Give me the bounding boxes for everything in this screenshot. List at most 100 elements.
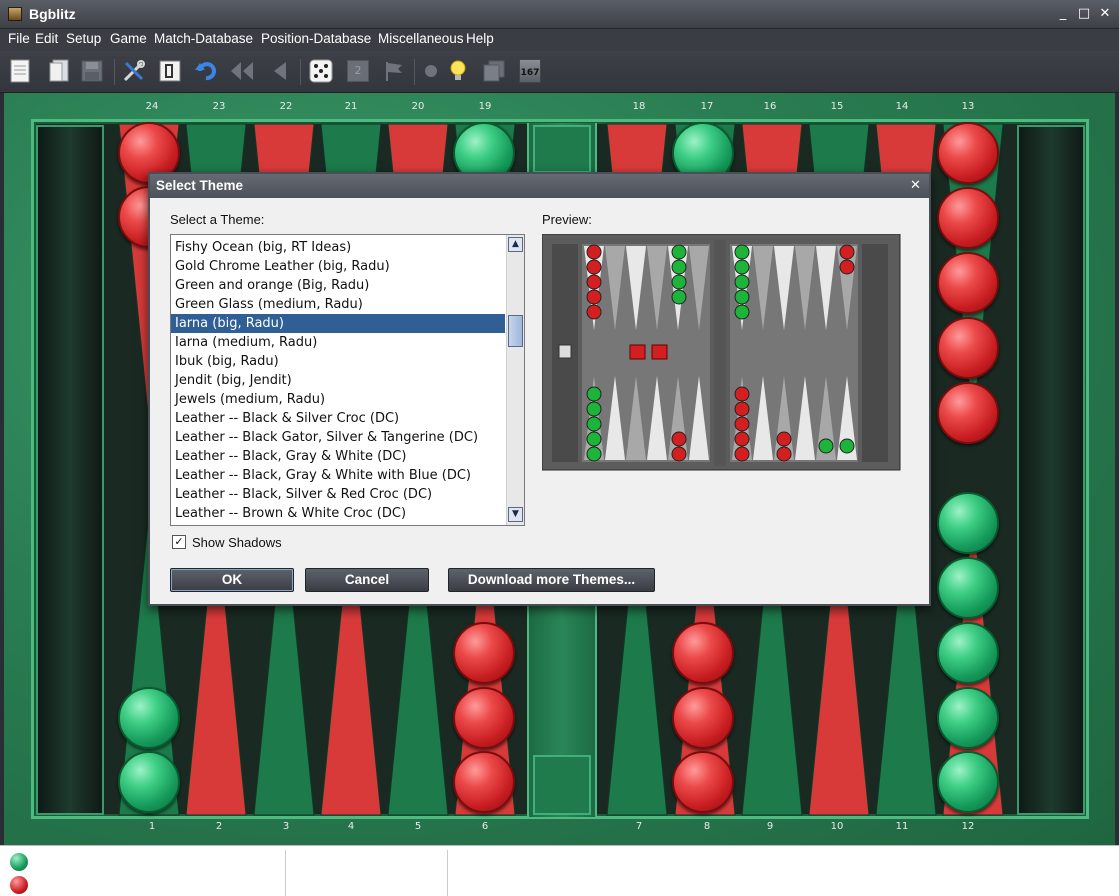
red-checker[interactable] xyxy=(937,187,999,249)
red-checker[interactable] xyxy=(453,622,515,684)
red-checker[interactable] xyxy=(672,751,734,813)
red-checker[interactable] xyxy=(937,317,999,379)
dialog-title-bar[interactable]: Select Theme ✕ xyxy=(150,174,929,198)
green-checker[interactable] xyxy=(937,492,999,554)
edit-position-icon[interactable] xyxy=(157,57,183,85)
preview-checker xyxy=(586,304,602,320)
cancel-button[interactable]: Cancel xyxy=(305,568,429,592)
menu-miscellaneous[interactable]: Miscellaneous xyxy=(378,31,464,46)
undo-icon[interactable] xyxy=(193,57,219,85)
theme-list-item[interactable]: Jendit (big, Jendit) xyxy=(171,371,505,390)
rewind-icon[interactable] xyxy=(229,57,255,85)
green-checker[interactable] xyxy=(118,687,180,749)
dice-icon[interactable] xyxy=(308,57,334,85)
theme-list-item[interactable]: Leather -- Black, Gray & White (DC) xyxy=(171,447,505,466)
ok-button[interactable]: OK xyxy=(170,568,294,592)
point-number: 13 xyxy=(961,101,975,112)
preview-checker xyxy=(671,259,687,275)
menu-position-database[interactable]: Position-Database xyxy=(261,31,371,46)
theme-list-item[interactable]: Ibuk (big, Radu) xyxy=(171,352,505,371)
theme-list-scrollbar[interactable]: ▲ ▼ xyxy=(506,235,524,525)
theme-list-item[interactable]: Gold Chrome Leather (big, Radu) xyxy=(171,257,505,276)
green-checker[interactable] xyxy=(937,751,999,813)
menu-match-database[interactable]: Match-Database xyxy=(154,31,253,46)
pip-count-icon[interactable]: 167 xyxy=(517,57,543,85)
red-checker[interactable] xyxy=(453,751,515,813)
preview-checker xyxy=(586,244,602,260)
pip-count-label: 167 xyxy=(519,59,541,83)
double-cube-icon[interactable]: 2 xyxy=(345,57,371,85)
point-number: 17 xyxy=(700,101,714,112)
toolbar-separator xyxy=(414,59,415,85)
point-number: 2 xyxy=(215,821,223,832)
toolbar: 2 167 xyxy=(0,51,1119,93)
settings-tools-icon[interactable] xyxy=(121,57,147,85)
theme-list-item[interactable]: Leather -- Black Gator, Silver & Tangeri… xyxy=(171,428,505,447)
green-checker[interactable] xyxy=(937,622,999,684)
minimize-button[interactable]: _ xyxy=(1055,5,1071,23)
select-theme-dialog: Select Theme ✕ Select a Theme: Preview: … xyxy=(148,172,931,606)
window-title: Bgblitz xyxy=(29,6,76,22)
theme-list-item[interactable]: Iarna (big, Radu) xyxy=(171,314,505,333)
preview-checker xyxy=(671,274,687,290)
theme-list-item[interactable]: Green and orange (Big, Radu) xyxy=(171,276,505,295)
cube-label: 2 xyxy=(347,60,369,82)
menu-file[interactable]: File xyxy=(8,31,30,46)
point-number: 16 xyxy=(763,101,777,112)
save-icon[interactable] xyxy=(79,57,105,85)
show-shadows-checkbox[interactable]: ✓ xyxy=(172,535,186,549)
point-number: 5 xyxy=(414,821,422,832)
new-document-icon[interactable] xyxy=(7,57,33,85)
red-checker[interactable] xyxy=(453,687,515,749)
show-shadows-label: Show Shadows xyxy=(192,535,282,550)
red-checker[interactable] xyxy=(672,687,734,749)
menu-help[interactable]: Help xyxy=(466,31,494,46)
point-number: 15 xyxy=(830,101,844,112)
back-icon[interactable] xyxy=(266,57,292,85)
close-button[interactable]: ✕ xyxy=(1097,5,1113,23)
green-checker[interactable] xyxy=(937,557,999,619)
red-checker[interactable] xyxy=(937,252,999,314)
theme-list[interactable]: Fishy Ocean (big, RT Ideas) Gold Chrome L… xyxy=(170,234,525,526)
toolbar-separator xyxy=(114,59,115,85)
menu-game[interactable]: Game xyxy=(110,31,147,46)
menu-setup[interactable]: Setup xyxy=(66,31,101,46)
point-number: 24 xyxy=(145,101,159,112)
theme-list-item[interactable]: Leather -- Black, Silver & Red Croc (DC) xyxy=(171,485,505,504)
scroll-down-arrow-icon[interactable]: ▼ xyxy=(508,507,523,522)
theme-list-item[interactable]: Green Glass (medium, Radu) xyxy=(171,295,505,314)
open-icon[interactable] xyxy=(46,57,72,85)
download-more-themes-button[interactable]: Download more Themes... xyxy=(448,568,655,592)
preview-checker xyxy=(586,431,602,447)
preview-checker xyxy=(839,259,855,275)
green-checker[interactable] xyxy=(937,687,999,749)
point-number: 22 xyxy=(279,101,293,112)
preview-checker xyxy=(776,431,792,447)
theme-list-item[interactable]: Fishy Ocean (big, RT Ideas) xyxy=(171,238,505,257)
red-checker[interactable] xyxy=(937,122,999,184)
green-checker[interactable] xyxy=(118,751,180,813)
scroll-up-arrow-icon[interactable]: ▲ xyxy=(508,237,523,252)
preview-checker xyxy=(586,416,602,432)
maximize-button[interactable]: □ xyxy=(1076,5,1092,23)
theme-list-label: Select a Theme: xyxy=(170,212,265,227)
resign-flag-icon[interactable] xyxy=(381,57,407,85)
point-number: 23 xyxy=(212,101,226,112)
menu-edit[interactable]: Edit xyxy=(35,31,58,46)
dialog-close-button[interactable]: ✕ xyxy=(910,178,921,193)
preview-checker xyxy=(734,431,750,447)
theme-list-item[interactable]: Jewels (medium, Radu) xyxy=(171,390,505,409)
point-number: 18 xyxy=(632,101,646,112)
theme-list-item[interactable]: Leather -- Black, Gray & White with Blue… xyxy=(171,466,505,485)
scrollbar-thumb[interactable] xyxy=(508,315,523,347)
red-checker[interactable] xyxy=(672,622,734,684)
status-divider xyxy=(285,850,286,896)
theme-list-item[interactable]: Leather -- Brown & White Croc (DC) xyxy=(171,504,505,523)
hint-bulb-icon[interactable] xyxy=(445,57,471,85)
theme-list-item[interactable]: Leather -- Black & Silver Croc (DC) xyxy=(171,409,505,428)
red-checker[interactable] xyxy=(937,382,999,444)
copy-icon[interactable] xyxy=(481,57,507,85)
theme-list-item[interactable]: Iarna (medium, Radu) xyxy=(171,333,505,352)
preview-checker xyxy=(734,259,750,275)
record-icon[interactable] xyxy=(418,57,444,85)
